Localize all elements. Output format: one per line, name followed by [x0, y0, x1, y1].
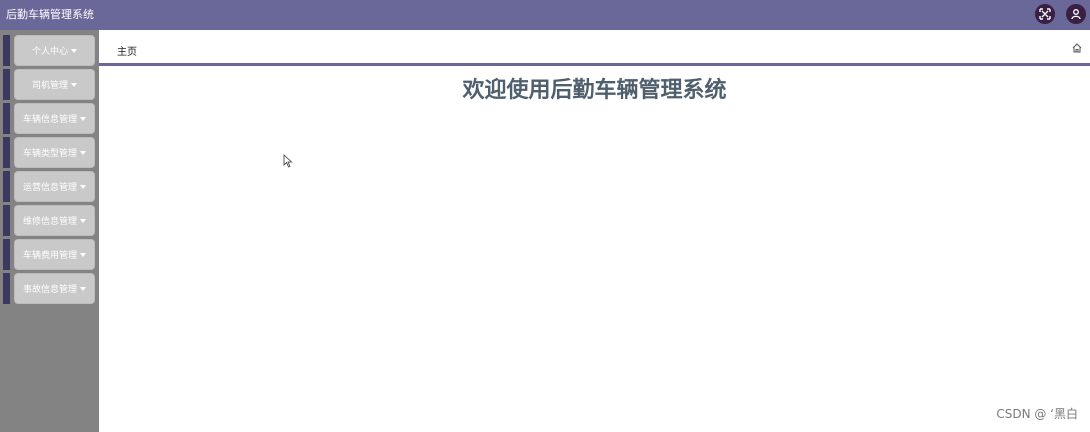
sidebar-item-label: 车辆信息管理 [22, 115, 77, 125]
sidebar-item-label: 维修信息管理 [22, 217, 77, 227]
sidebar-button[interactable]: 车辆类型管理 [14, 137, 95, 168]
mouse-cursor-icon [283, 154, 293, 168]
sidebar-button[interactable]: 司机管理 [14, 69, 95, 100]
app-title: 后勤车辆管理系统 [6, 8, 94, 21]
sidebar-item-personal-center[interactable]: 个人中心 [3, 35, 95, 66]
home-icon[interactable] [1072, 43, 1082, 53]
sidebar-button[interactable]: 运营信息管理 [14, 171, 95, 202]
sidebar-item-label: 车辆费用管理 [22, 251, 77, 261]
caret-down-icon [71, 48, 77, 53]
caret-down-icon [80, 218, 86, 223]
sidebar-button[interactable]: 车辆信息管理 [14, 103, 95, 134]
sidebar-item-label: 事故信息管理 [22, 285, 77, 295]
sidebar-item-label: 车辆类型管理 [22, 149, 77, 159]
sidebar-item-vehicle-info[interactable]: 车辆信息管理 [3, 103, 95, 134]
sidebar-button[interactable]: 维修信息管理 [14, 205, 95, 236]
sidebar-item-accident-info[interactable]: 事故信息管理 [3, 273, 95, 304]
fullscreen-icon[interactable] [1035, 4, 1055, 24]
caret-down-icon [80, 252, 86, 257]
fullscreen-icon-glyph [1039, 8, 1051, 20]
sidebar-item-label: 个人中心 [31, 47, 68, 57]
watermark-text: CSDN @ ‘黑白 [996, 407, 1078, 421]
main-content: 欢迎使用后勤车辆管理系统 CSDN @ ‘黑白 [99, 66, 1090, 432]
sidebar-item-vehicle-cost[interactable]: 车辆费用管理 [3, 239, 95, 270]
sidebar-item-driver[interactable]: 司机管理 [3, 69, 95, 100]
caret-down-icon [80, 184, 86, 189]
sidebar-item-label: 司机管理 [31, 81, 68, 91]
sidebar-item-maintenance-info[interactable]: 维修信息管理 [3, 205, 95, 236]
tab-home[interactable]: 主页 [117, 43, 137, 58]
sidebar-item-operation-info[interactable]: 运营信息管理 [3, 171, 95, 202]
tab-bar: 主页 [99, 30, 1090, 66]
sidebar-item-label: 运营信息管理 [22, 183, 77, 193]
caret-down-icon [80, 286, 86, 291]
user-icon-glyph [1071, 9, 1081, 20]
top-header: 后勤车辆管理系统 [0, 0, 1090, 30]
user-icon[interactable] [1066, 4, 1086, 24]
caret-down-icon [80, 116, 86, 121]
sidebar: 个人中心 司机管理 车辆信息管理 车辆类型管理 运营信息管理 维修信息管理 车辆… [0, 30, 99, 432]
caret-down-icon [80, 150, 86, 155]
caret-down-icon [71, 82, 77, 87]
sidebar-button[interactable]: 车辆费用管理 [14, 239, 95, 270]
sidebar-button[interactable]: 事故信息管理 [14, 273, 95, 304]
app-window: 后勤车辆管理系统 个人中心 司机管理 车辆信息管理 车辆类型管理 运营信息管理 … [0, 0, 1090, 432]
welcome-title: 欢迎使用后勤车辆管理系统 [462, 78, 727, 103]
sidebar-item-vehicle-type[interactable]: 车辆类型管理 [3, 137, 95, 168]
sidebar-button[interactable]: 个人中心 [14, 35, 95, 66]
